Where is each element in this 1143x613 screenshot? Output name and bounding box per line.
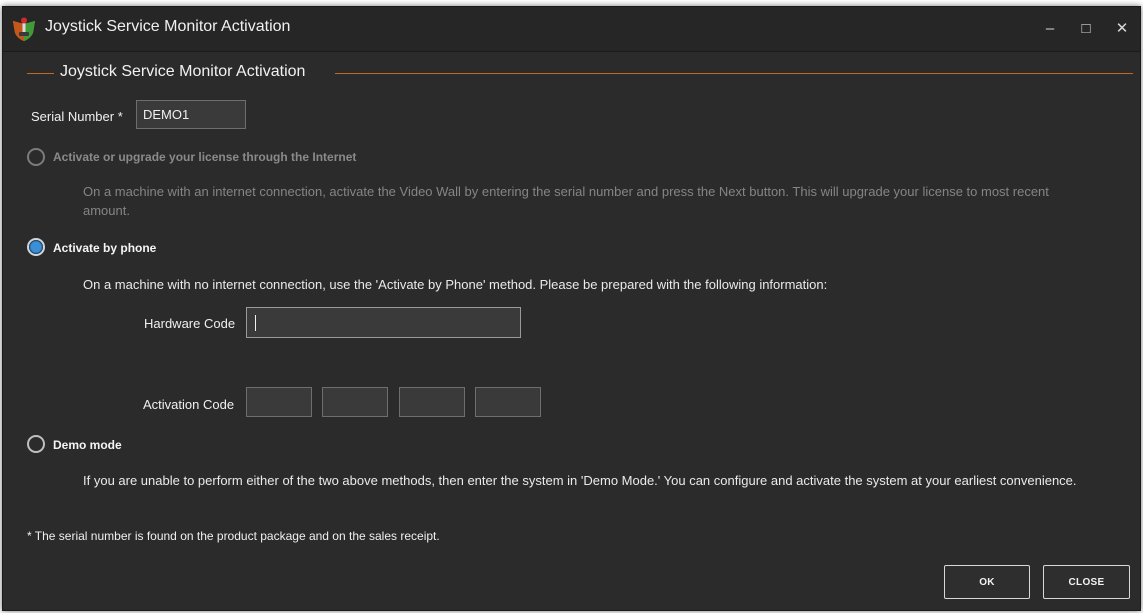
demo-mode-label: Demo mode bbox=[53, 438, 122, 452]
title-bar[interactable]: Joystick Service Monitor Activation – □ … bbox=[3, 7, 1140, 52]
close-button[interactable]: CLOSE bbox=[1043, 565, 1130, 599]
serial-footnote: * The serial number is found on the prod… bbox=[27, 529, 440, 543]
joystick-shield-icon bbox=[11, 17, 37, 43]
hardware-code-label: Hardware Code bbox=[144, 316, 236, 331]
activation-code-label: Activation Code bbox=[143, 397, 235, 412]
phone-activation-label: Activate by phone bbox=[53, 241, 157, 255]
activation-window: Joystick Service Monitor Activation – □ … bbox=[2, 6, 1141, 611]
demo-mode-radio[interactable] bbox=[27, 435, 45, 453]
text-cursor bbox=[255, 315, 256, 331]
hardware-code-input[interactable] bbox=[246, 307, 521, 338]
minimize-icon[interactable]: – bbox=[1035, 15, 1065, 43]
window-title: Joystick Service Monitor Activation bbox=[45, 18, 291, 35]
group-divider-right bbox=[335, 73, 1133, 74]
close-icon[interactable]: ✕ bbox=[1107, 15, 1137, 43]
demo-mode-description: If you are unable to perform either of t… bbox=[83, 473, 1077, 488]
internet-activation-label: Activate or upgrade your license through… bbox=[53, 150, 357, 164]
phone-activation-radio[interactable] bbox=[27, 238, 45, 256]
activation-code-field-3[interactable] bbox=[399, 387, 465, 417]
serial-number-label: Serial Number * bbox=[31, 109, 123, 124]
activation-code-field-2[interactable] bbox=[322, 387, 388, 417]
serial-number-input[interactable] bbox=[136, 100, 246, 129]
ok-button[interactable]: OK bbox=[944, 565, 1030, 599]
internet-activation-radio[interactable] bbox=[27, 148, 45, 166]
group-title: Joystick Service Monitor Activation bbox=[60, 63, 306, 80]
group-divider-left bbox=[27, 73, 54, 74]
activation-code-field-4[interactable] bbox=[475, 387, 541, 417]
maximize-icon[interactable]: □ bbox=[1071, 15, 1101, 43]
activation-code-field-1[interactable] bbox=[246, 387, 312, 417]
internet-activation-description: On a machine with an internet connection… bbox=[83, 184, 1049, 218]
phone-activation-description: On a machine with no internet connection… bbox=[83, 277, 828, 292]
